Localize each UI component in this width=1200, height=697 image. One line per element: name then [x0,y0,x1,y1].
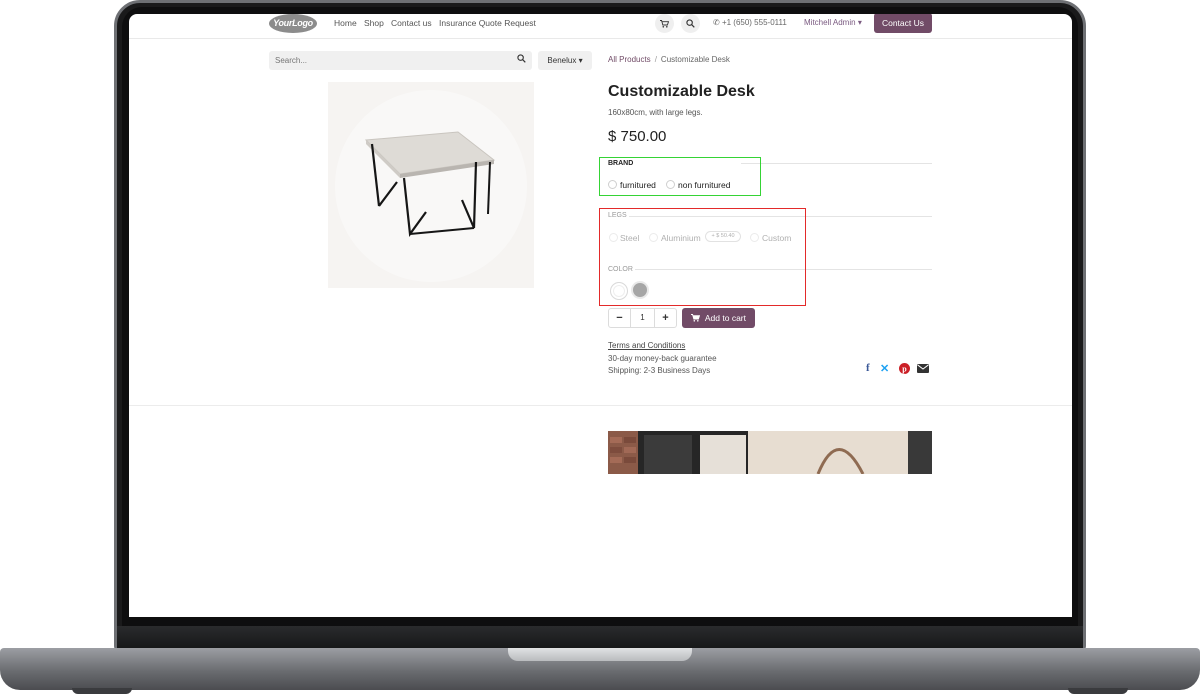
site-logo[interactable]: YourLogo [269,14,317,33]
variant-highlight-box [599,208,806,306]
breadcrumb-current: Customizable Desk [660,55,730,64]
phone-number[interactable]: ✆ +1 (650) 555-0111 [713,18,787,27]
browser-screen: YourLogo Home Shop Contact us Insurance … [129,14,1072,617]
plus-icon[interactable]: + [654,309,676,327]
breadcrumb-separator: / [654,55,657,64]
attribute-divider-brand [741,163,932,164]
email-icon[interactable] [917,364,929,376]
minus-icon[interactable]: − [609,309,631,327]
product-image[interactable] [328,82,534,288]
quantity-stepper: − 1 + [608,308,677,328]
brand-highlight-box [599,157,761,196]
nav-link-home[interactable]: Home [334,18,357,28]
cart-icon[interactable] [655,14,674,33]
cart-icon [690,313,705,323]
interior-photo [608,431,932,474]
pricelist-dropdown[interactable]: Benelux ▾ [538,51,592,70]
product-description: 160x80cm, with large legs. [608,108,703,117]
pinterest-icon[interactable]: p [899,363,910,377]
search-submit-icon[interactable] [517,54,526,65]
search-input[interactable] [269,51,499,70]
shipping-text: Shipping: 2-3 Business Days [608,366,711,375]
add-to-cart-button[interactable]: Add to cart [682,308,755,328]
laptop-mockup: YourLogo Home Shop Contact us Insurance … [0,0,1200,697]
breadcrumb-all-products[interactable]: All Products [608,55,651,64]
search-icon[interactable] [681,14,700,33]
breadcrumb: All Products / Customizable Desk [608,55,730,64]
product-price: $ 750.00 [608,128,667,145]
x-icon[interactable]: ✕ [880,362,889,375]
section-divider [129,405,1072,406]
user-menu[interactable]: Mitchell Admin ▾ [804,18,862,27]
laptop-foot-right [1068,688,1128,694]
caret-down-icon: ▾ [578,56,583,65]
magnifier-icon [686,19,695,28]
nav-link-shop[interactable]: Shop [364,18,384,28]
terms-link[interactable]: Terms and Conditions [608,341,685,350]
laptop-hinge [117,626,1083,650]
contact-us-button[interactable]: Contact Us [874,14,932,33]
top-navbar: YourLogo Home Shop Contact us Insurance … [129,14,1072,39]
quantity-input[interactable]: 1 [631,309,654,327]
nav-link-contact-us[interactable]: Contact us [391,18,432,28]
cart-glyph-icon [660,19,669,28]
svg-text:p: p [902,364,907,373]
caret-down-icon: ▾ [857,18,862,27]
laptop-notch [508,648,692,661]
product-search [269,51,532,70]
desk-illustration [335,90,527,282]
related-content-image [608,431,932,474]
guarantee-text: 30-day money-back guarantee [608,354,717,363]
facebook-icon[interactable]: f [866,362,870,374]
product-title: Customizable Desk [608,83,755,100]
nav-link-insurance-quote[interactable]: Insurance Quote Request [439,18,536,28]
phone-icon: ✆ [713,18,722,27]
laptop-foot-left [72,688,132,694]
